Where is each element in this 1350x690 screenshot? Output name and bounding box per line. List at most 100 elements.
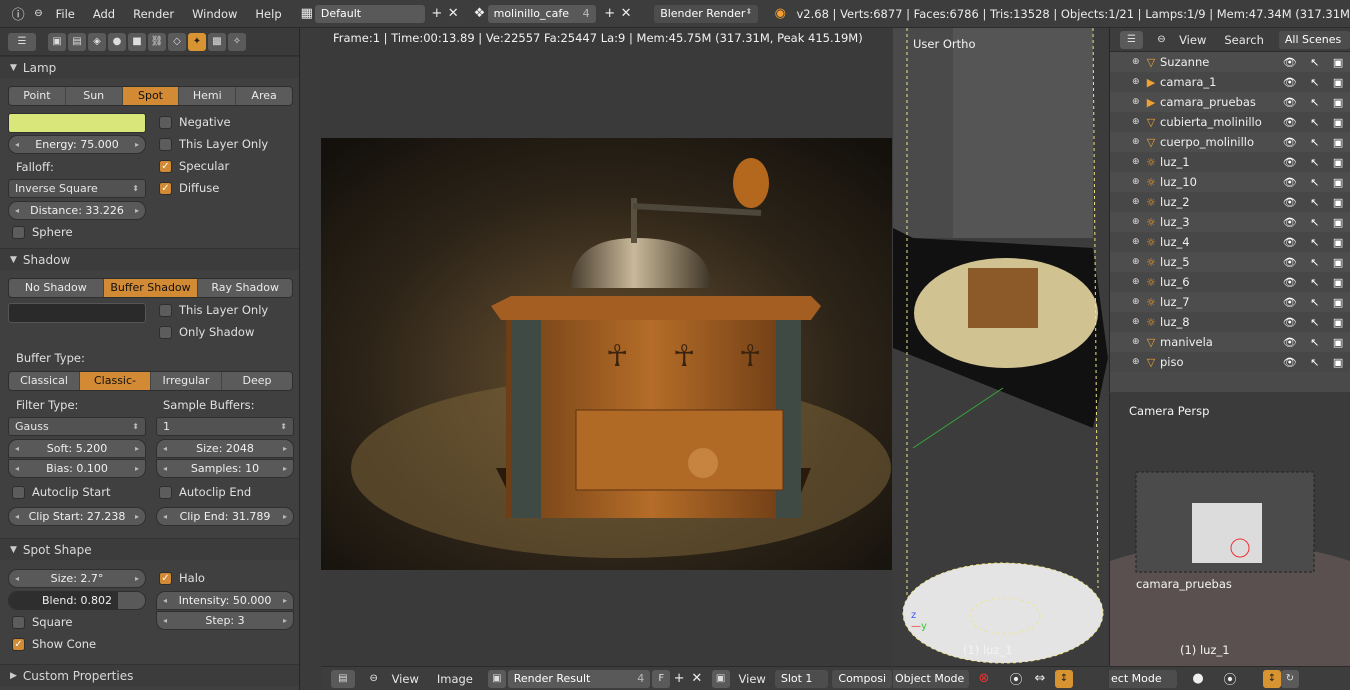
expand-plus-icon[interactable]: ⊕ [1132, 197, 1142, 207]
expand-plus-icon[interactable]: ⊕ [1132, 337, 1142, 347]
expand-plus-icon[interactable]: ⊕ [1132, 357, 1142, 367]
unlink-image-icon[interactable]: ✕ [688, 670, 706, 688]
menu-search[interactable]: Search [1215, 33, 1273, 47]
scene-context-icon[interactable]: ◈ [88, 32, 106, 51]
cursor-select-icon[interactable]: ↖ [1310, 336, 1319, 349]
editor-type-icon[interactable]: ☰ [1120, 30, 1143, 49]
outliner-row[interactable]: ⊕ ☼ luz_3 👁 ↖ ▣ [1110, 212, 1350, 232]
menu-window[interactable]: Window [183, 7, 246, 21]
lamp-data-context-icon[interactable]: ✦ [188, 32, 206, 51]
outliner-row[interactable]: ⊕ ☼ luz_1 👁 ↖ ▣ [1110, 152, 1350, 172]
camera-render-icon[interactable]: ▣ [1333, 296, 1343, 309]
outliner-item-name[interactable]: luz_5 [1160, 255, 1190, 269]
cursor-select-icon[interactable]: ↖ [1310, 136, 1319, 149]
clip-start-field[interactable]: ◂ Clip Start: 27.238 ▸ [8, 507, 146, 526]
autoclip-end-checkbox[interactable]: Autoclip End [159, 485, 251, 499]
lamp-type-point[interactable]: Point [9, 87, 66, 105]
outliner-row[interactable]: ⊕ ▶ camara_pruebas 👁 ↖ ▣ [1110, 92, 1350, 112]
outliner-item-name[interactable]: cuerpo_molinillo [1160, 135, 1254, 149]
slot-dropdown[interactable]: Slot 1 [774, 669, 829, 688]
camera-render-icon[interactable]: ▣ [1333, 136, 1343, 149]
render-layers-context-icon[interactable]: ▤ [68, 32, 86, 51]
filter-type-dropdown[interactable]: Gauss ⬍ [8, 417, 146, 436]
halo-intensity-field[interactable]: ◂ Intensity: 50.000 ▸ [156, 591, 294, 610]
custom-properties-panel-header[interactable]: ▶ Custom Properties [0, 664, 299, 686]
halo-step-field[interactable]: ◂ Step: 3 ▸ [156, 611, 294, 630]
shadow-mode-buffer[interactable]: Buffer Shadow [103, 279, 199, 297]
size-field[interactable]: ◂ Size: 2048 ▸ [156, 439, 294, 458]
shadow-mode-ray[interactable]: Ray Shadow [198, 279, 292, 297]
camera-render-icon[interactable]: ▣ [1333, 356, 1343, 369]
expand-plus-icon[interactable]: ⊕ [1132, 117, 1142, 127]
outliner-item-name[interactable]: luz_1 [1160, 155, 1190, 169]
collapse-menu-icon[interactable]: ⊖ [1153, 31, 1170, 49]
lamp-type-hemi[interactable]: Hemi [179, 87, 237, 105]
eye-icon[interactable]: 👁 [1283, 356, 1297, 369]
outliner-row[interactable]: ⊕ ▽ manivela 👁 ↖ ▣ [1110, 332, 1350, 352]
eye-icon[interactable]: 👁 [1283, 116, 1297, 129]
outliner-row[interactable]: ⊕ ▶ camara_1 👁 ↖ ▣ [1110, 72, 1350, 92]
cursor-select-icon[interactable]: ↖ [1310, 196, 1319, 209]
autoclip-start-checkbox[interactable]: Autoclip Start [12, 485, 110, 499]
viewport-shading-icon[interactable]: ⊗ [975, 670, 993, 688]
falloff-dropdown[interactable]: Inverse Square ⬍ [8, 179, 146, 198]
object-data-context-icon[interactable]: ◇ [168, 32, 186, 51]
square-checkbox[interactable]: Square [12, 615, 73, 629]
expand-plus-icon[interactable]: ⊕ [1132, 217, 1142, 227]
scene-field[interactable]: molinillo_cafe 4 [487, 4, 596, 23]
camera-render-icon[interactable]: ▣ [1333, 56, 1343, 69]
distance-field[interactable]: ◂ Distance: 33.226 ▸ [8, 201, 146, 220]
eye-icon[interactable]: 👁 [1283, 176, 1297, 189]
buffer-type-irregular[interactable]: Irregular [151, 372, 222, 390]
outliner-row[interactable]: ⊕ ☼ luz_8 👁 ↖ ▣ [1110, 312, 1350, 332]
energy-field[interactable]: ◂ Energy: 75.000 ▸ [8, 135, 146, 154]
eye-icon[interactable]: 👁 [1283, 196, 1297, 209]
mode-dropdown[interactable]: ect Mode [1109, 669, 1177, 688]
spot-blend-slider[interactable]: Blend: 0.802 [8, 591, 146, 610]
eye-icon[interactable]: 👁 [1283, 156, 1297, 169]
menu-add[interactable]: Add [84, 7, 124, 21]
render-result-view[interactable]: Frame:1 | Time:00:13.89 | Ve:22557 Fa:25… [321, 28, 892, 666]
expand-plus-icon[interactable]: ⊕ [1132, 257, 1142, 267]
expand-plus-icon[interactable]: ⊕ [1132, 297, 1142, 307]
collapse-menu-icon[interactable]: ⊖ [365, 670, 383, 688]
screen-layout-field[interactable]: Default [314, 4, 425, 23]
menu-render[interactable]: Render [124, 7, 183, 21]
negative-checkbox[interactable]: Negative [159, 115, 231, 129]
only-shadow-checkbox[interactable]: Only Shadow [159, 325, 254, 339]
physics-context-icon[interactable]: ✧ [228, 32, 246, 51]
outliner-item-name[interactable]: luz_10 [1160, 175, 1197, 189]
cursor-select-icon[interactable]: ↖ [1310, 256, 1319, 269]
image-browse-icon[interactable]: ▣ [487, 669, 506, 688]
lamp-panel-header[interactable]: ▼ Lamp [0, 56, 299, 78]
show-cone-checkbox[interactable]: ✓ Show Cone [12, 637, 96, 651]
samples-field[interactable]: ◂ Samples: 10 ▸ [156, 459, 294, 478]
shadow-panel-header[interactable]: ▼ Shadow [0, 248, 299, 270]
menu-help[interactable]: Help [246, 7, 290, 21]
editor-type-icon[interactable]: ☰ [8, 32, 36, 51]
cursor-select-icon[interactable]: ↖ [1310, 276, 1319, 289]
outliner-item-name[interactable]: camara_pruebas [1160, 95, 1256, 109]
eye-icon[interactable]: 👁 [1283, 216, 1297, 229]
sample-buffers-dropdown[interactable]: 1 ⬍ [156, 417, 294, 436]
lamp-this-layer-only-checkbox[interactable]: This Layer Only [159, 137, 268, 151]
mode-dropdown[interactable]: Object Mode [893, 669, 969, 688]
eye-icon[interactable]: 👁 [1283, 136, 1297, 149]
render-context-icon[interactable]: ▣ [48, 32, 66, 51]
pivot-point-icon[interactable]: ⦿ [1007, 670, 1025, 688]
lamp-type-area[interactable]: Area [236, 87, 292, 105]
camera-render-icon[interactable]: ▣ [1333, 96, 1343, 109]
expand-plus-icon[interactable]: ⊕ [1132, 77, 1142, 87]
outliner-row[interactable]: ⊕ ☼ luz_7 👁 ↖ ▣ [1110, 292, 1350, 312]
camera-render-icon[interactable]: ▣ [1333, 76, 1343, 89]
eye-icon[interactable]: 👁 [1283, 296, 1297, 309]
cursor-select-icon[interactable]: ↖ [1310, 356, 1319, 369]
rotate-manipulator-icon[interactable]: ↻ [1281, 669, 1299, 688]
spot-size-field[interactable]: ◂ Size: 2.7° ▸ [8, 569, 146, 588]
outliner-item-name[interactable]: manivela [1160, 335, 1213, 349]
menu-image[interactable]: Image [428, 672, 482, 686]
specular-checkbox[interactable]: ✓ Specular [159, 159, 229, 173]
world-context-icon[interactable]: ● [108, 32, 126, 51]
cursor-select-icon[interactable]: ↖ [1310, 216, 1319, 229]
remove-scene-icon[interactable]: ✕ [618, 5, 634, 23]
